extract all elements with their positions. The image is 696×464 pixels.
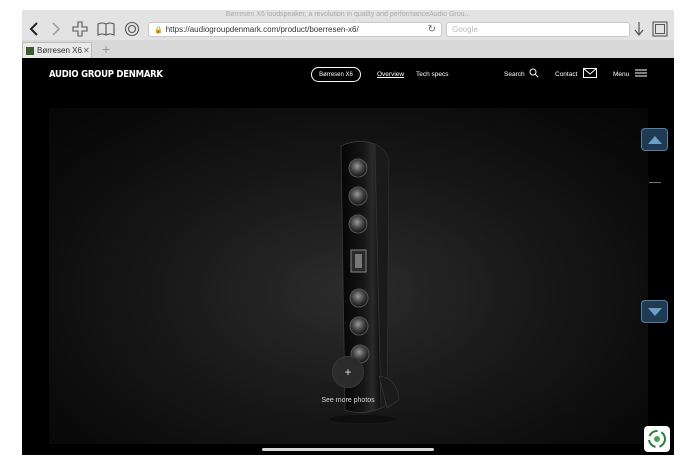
tabs-icon (652, 21, 668, 37)
lock-icon: 🔒 (154, 26, 163, 34)
arrow-up-icon (647, 135, 662, 144)
nav-search-link[interactable]: Search (504, 71, 525, 78)
scroll-down-button[interactable] (641, 300, 668, 323)
download-icon (634, 22, 644, 36)
hamburger-icon[interactable] (635, 69, 647, 77)
arrow-down-icon (647, 307, 662, 316)
nav-menu-link[interactable]: Menu (613, 71, 629, 78)
search-field[interactable]: Google (446, 22, 630, 37)
browser-toolbar: Børresen X6 loudspeaker, a revolution in… (22, 10, 674, 58)
site-logo[interactable]: AUDIO GROUP DENMARK (49, 69, 163, 80)
home-indicator[interactable] (262, 448, 434, 451)
forward-button[interactable] (48, 21, 64, 37)
address-bar[interactable]: 🔒 https://audiogroupdenmark.com/product/… (148, 22, 442, 37)
browser-window: Børresen X6 loudspeaker, a revolution in… (22, 10, 674, 455)
scroll-up-button[interactable] (641, 128, 668, 151)
back-button[interactable] (26, 21, 42, 37)
nav-tech-specs-link[interactable]: Tech specs (416, 71, 449, 78)
tab-bar: Børresen X6... ✕ + (22, 40, 674, 58)
scroll-indicator (649, 182, 661, 183)
nav-overview-link[interactable]: Overview (377, 71, 404, 78)
mail-icon[interactable] (583, 68, 597, 78)
url-text: https://audiogroupdenmark.com/product/bo… (165, 25, 359, 34)
loudspeaker-image (329, 141, 400, 423)
bookmarks-button[interactable] (96, 21, 116, 37)
tab-close-icon[interactable]: ✕ (83, 46, 90, 55)
see-more-photos-button[interactable]: + (332, 356, 364, 388)
download-button[interactable] (632, 21, 646, 37)
tab-label: Børresen X6... (37, 46, 83, 55)
tabs-button[interactable] (651, 21, 669, 37)
reload-icon[interactable]: ↻ (428, 24, 436, 35)
chevron-left-icon (29, 22, 38, 36)
new-tab-button[interactable]: + (102, 40, 110, 58)
nav-contact-link[interactable]: Contact (555, 71, 577, 78)
window-title: Børresen X6 loudspeaker, a revolution in… (225, 11, 471, 18)
tab-active[interactable]: Børresen X6... ✕ (22, 42, 92, 58)
book-icon (97, 22, 115, 36)
product-pill-button[interactable]: Børresen X6 (311, 67, 361, 82)
chevron-right-icon (52, 22, 61, 36)
reader-button[interactable] (123, 21, 141, 37)
reader-icon (124, 21, 140, 37)
share-button[interactable] (71, 21, 89, 37)
search-icon[interactable] (529, 68, 539, 78)
see-more-photos-label[interactable]: See more photos (292, 397, 404, 404)
assistive-touch-button[interactable] (644, 426, 670, 452)
recycle-icon (648, 430, 666, 448)
hero-image: + See more photos (49, 108, 648, 444)
site-header: AUDIO GROUP DENMARK Børresen X6 Overview… (22, 58, 674, 92)
search-placeholder: Google (452, 25, 478, 34)
favicon-icon (26, 46, 34, 55)
share-icon (72, 21, 88, 37)
